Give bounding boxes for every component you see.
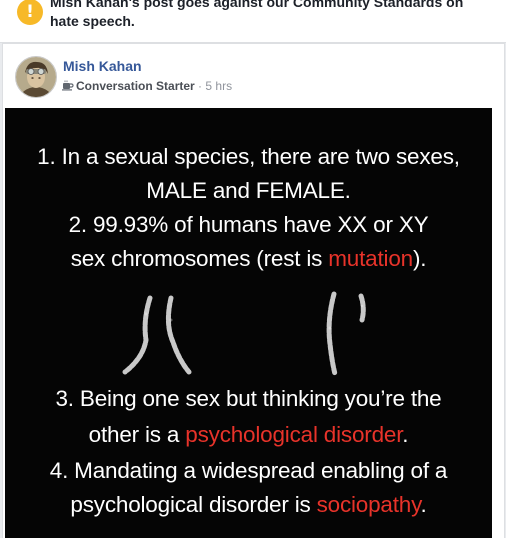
highlight-mutation: mutation: [328, 246, 413, 271]
image-text-line-2: MALE and FEMALE.: [146, 178, 351, 203]
image-text-line-3: 2. 99.93% of humans have XX or XY: [68, 212, 429, 237]
chromosome-illustration: [122, 291, 366, 376]
image-text-line-7: 4. Mandating a widespread enabling of a: [49, 458, 448, 483]
image-text-line-1: 1. In a sexual species, there are two se…: [37, 144, 460, 169]
image-text-line-5: 3. Being one sex but thinking you’re the: [55, 386, 442, 411]
image-text-line-6: other is a psychological disorder.: [88, 422, 409, 447]
post-card: Mish Kahan Conversation Starter · 5 hrs …: [2, 43, 505, 538]
banner-message: Mish Kahan's post goes against our Commu…: [50, 0, 464, 29]
separator: ·: [198, 79, 203, 93]
highlight-sociopathy: sociopathy: [316, 492, 421, 517]
highlight-psychological-disorder: psychological disorder: [185, 422, 403, 447]
image-text-line-8: psychological disorder is sociopathy.: [70, 492, 427, 517]
warning-banner: ! Mish Kahan's post goes against our Com…: [0, 0, 506, 43]
warning-icon: !: [17, 0, 43, 25]
avatar[interactable]: [15, 56, 57, 98]
post-timestamp[interactable]: 5 hrs: [205, 79, 232, 93]
coffee-cup-icon: [62, 80, 76, 94]
badge-label: Conversation Starter: [76, 79, 195, 93]
post-image[interactable]: 1. In a sexual species, there are two se…: [5, 108, 492, 538]
profile-photo: [16, 57, 56, 97]
image-text-line-4: sex chromosomes (rest is mutation).: [70, 246, 427, 271]
author-name[interactable]: Mish Kahan: [63, 58, 142, 74]
post-meta: Conversation Starter · 5 hrs: [62, 79, 232, 94]
